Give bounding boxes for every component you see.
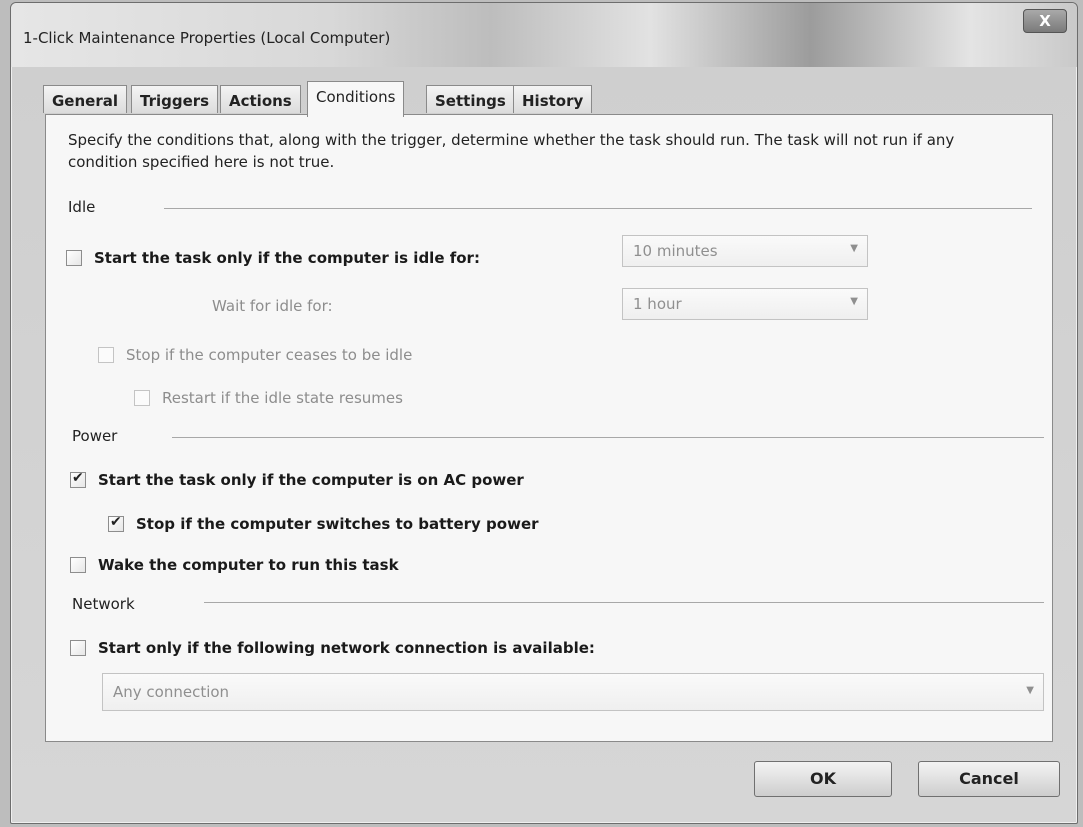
battery-stop-label: Stop if the computer switches to battery… bbox=[136, 515, 539, 533]
cancel-button[interactable]: Cancel bbox=[918, 761, 1060, 797]
network-connection-dropdown[interactable]: Any connection ▼ bbox=[102, 673, 1044, 711]
network-option[interactable]: Start only if the following network conn… bbox=[70, 639, 595, 657]
idle-duration-dropdown[interactable]: 10 minutes ▼ bbox=[622, 235, 868, 267]
power-divider bbox=[172, 437, 1044, 438]
stop-if-ceases-label: Stop if the computer ceases to be idle bbox=[126, 346, 413, 364]
restart-if-resumes-option[interactable]: Restart if the idle state resumes bbox=[134, 389, 403, 407]
network-checkbox[interactable] bbox=[70, 640, 86, 656]
ok-button[interactable]: OK bbox=[754, 761, 892, 797]
idle-section-label: Idle bbox=[68, 198, 96, 216]
wait-duration-value: 1 hour bbox=[633, 295, 682, 313]
conditions-description: Specify the conditions that, along with … bbox=[68, 131, 955, 171]
wake-label: Wake the computer to run this task bbox=[98, 556, 399, 574]
tab-actions[interactable]: Actions bbox=[220, 85, 301, 113]
wait-for-idle-label: Wait for idle for: bbox=[212, 297, 333, 315]
conditions-panel: Specify the conditions that, along with … bbox=[45, 114, 1053, 742]
wake-option[interactable]: Wake the computer to run this task bbox=[70, 556, 399, 574]
close-button[interactable]: X bbox=[1023, 9, 1067, 33]
ac-power-option[interactable]: Start the task only if the computer is o… bbox=[70, 470, 524, 489]
restart-if-resumes-label: Restart if the idle state resumes bbox=[162, 389, 403, 407]
ac-power-checkbox[interactable] bbox=[70, 470, 86, 488]
restart-if-resumes-checkbox[interactable] bbox=[134, 390, 150, 406]
tab-settings[interactable]: Settings bbox=[426, 85, 515, 113]
network-divider bbox=[204, 602, 1044, 603]
wake-checkbox[interactable] bbox=[70, 557, 86, 573]
idle-duration-value: 10 minutes bbox=[633, 242, 718, 260]
chevron-down-icon: ▼ bbox=[850, 243, 858, 254]
start-if-idle-checkbox[interactable] bbox=[66, 250, 82, 266]
ac-power-label: Start the task only if the computer is o… bbox=[98, 471, 524, 489]
title-bar[interactable]: 1-Click Maintenance Properties (Local Co… bbox=[11, 3, 1077, 67]
stop-if-ceases-checkbox[interactable] bbox=[98, 347, 114, 363]
properties-dialog: 1-Click Maintenance Properties (Local Co… bbox=[10, 2, 1078, 824]
idle-divider bbox=[164, 208, 1032, 209]
battery-stop-option[interactable]: Stop if the computer switches to battery… bbox=[108, 514, 539, 533]
battery-stop-checkbox[interactable] bbox=[108, 514, 124, 532]
wait-duration-dropdown[interactable]: 1 hour ▼ bbox=[622, 288, 868, 320]
tab-conditions[interactable]: Conditions bbox=[307, 81, 405, 117]
start-if-idle-label: Start the task only if the computer is i… bbox=[94, 249, 480, 267]
tab-general[interactable]: General bbox=[43, 85, 127, 113]
network-connection-value: Any connection bbox=[113, 683, 230, 701]
network-label: Start only if the following network conn… bbox=[98, 639, 595, 657]
power-section-label: Power bbox=[72, 427, 118, 445]
tab-triggers[interactable]: Triggers bbox=[131, 85, 219, 113]
network-section-label: Network bbox=[72, 595, 135, 613]
chevron-down-icon: ▼ bbox=[1026, 685, 1034, 696]
tab-history[interactable]: History bbox=[513, 85, 593, 113]
window-title: 1-Click Maintenance Properties (Local Co… bbox=[23, 29, 391, 47]
stop-if-ceases-option[interactable]: Stop if the computer ceases to be idle bbox=[98, 346, 412, 364]
chevron-down-icon: ▼ bbox=[850, 296, 858, 307]
start-if-idle-option[interactable]: Start the task only if the computer is i… bbox=[66, 249, 480, 267]
